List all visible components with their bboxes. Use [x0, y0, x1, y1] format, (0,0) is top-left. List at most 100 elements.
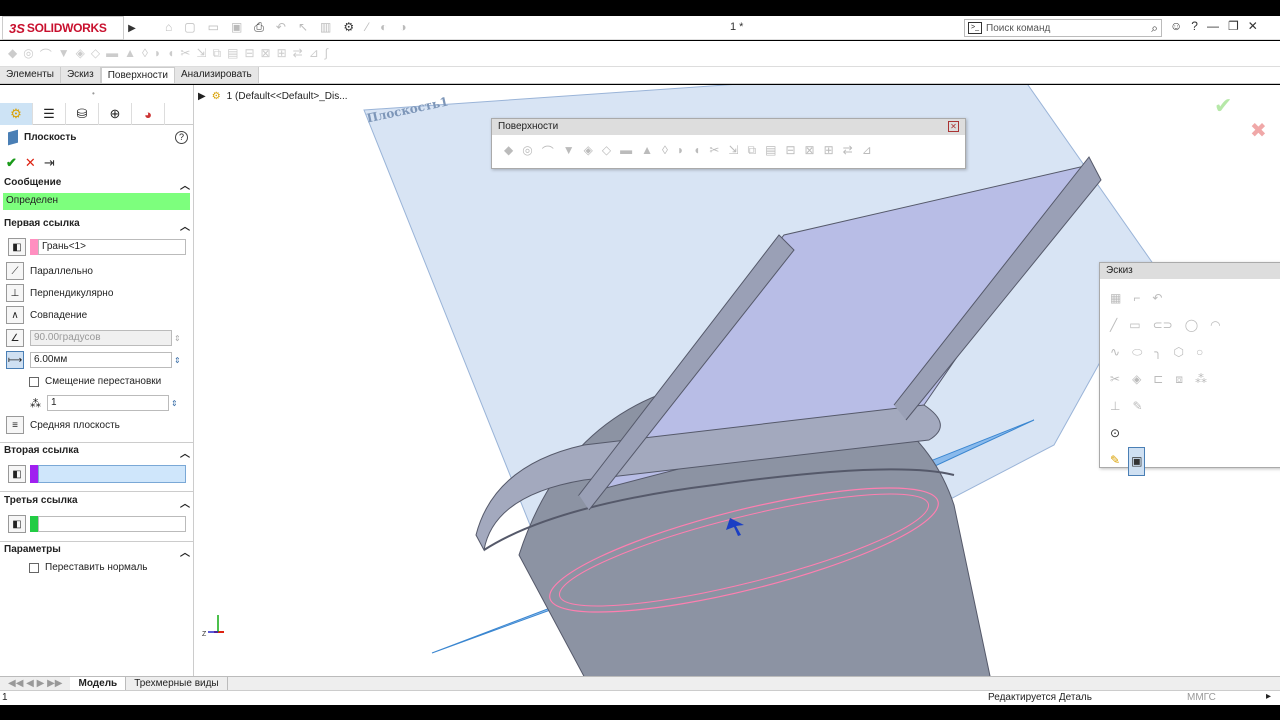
save-icon[interactable]: ▣ [231, 20, 242, 35]
arc-icon[interactable]: ◠ [1210, 312, 1220, 339]
delete-face-icon[interactable]: ⊠ [261, 46, 271, 63]
revolved-surface-icon[interactable]: ◎ [522, 143, 532, 160]
dimxpert-icon[interactable]: ⊕ [99, 103, 132, 125]
lofted-surface-icon[interactable]: ▼ [58, 46, 70, 63]
ruled-surface-icon[interactable]: ◊ [142, 46, 148, 63]
first-ref-header[interactable]: Первая ссылка ︿ [4, 218, 190, 233]
tab-sketch[interactable]: Эскиз [60, 67, 101, 83]
swept-surface-icon[interactable]: ⌒ [40, 46, 52, 63]
filled-surface-icon[interactable]: ◇ [91, 46, 100, 63]
solidworks-logo[interactable]: 3S SOLIDWORKS [2, 16, 124, 40]
expand-arrow-icon[interactable]: ▶ [198, 91, 206, 102]
property-manager-icon[interactable]: ☰ [33, 103, 66, 125]
coincident-option[interactable]: ∧ Совпадение [6, 306, 87, 324]
mirror-icon[interactable]: ⧈ [1175, 366, 1183, 393]
collapse-icon[interactable]: ︿ [180, 177, 190, 192]
flip-normal-checkbox[interactable] [29, 562, 39, 573]
minimize-icon[interactable]: — [1207, 19, 1219, 33]
ref-geometry-icon[interactable]: ⊿ [862, 143, 872, 160]
panel-grip-icon[interactable]: • [92, 89, 95, 98]
boundary-surface-icon[interactable]: ◈ [76, 46, 85, 63]
pm-help-icon[interactable]: ? [175, 131, 188, 144]
tab-features[interactable]: Элементы [0, 67, 61, 83]
offset-surface-icon[interactable]: ▲ [641, 143, 653, 160]
filled-surface-icon[interactable]: ◇ [602, 143, 611, 160]
rapid-sketch-icon[interactable]: ⊙ [1110, 420, 1120, 447]
status-options-icon[interactable]: ▸ [1266, 691, 1271, 702]
feature-tree-icon[interactable]: ⚙ [0, 103, 33, 125]
status-units[interactable]: ММГС [1187, 692, 1216, 703]
parallel-option[interactable]: ⟋ Параллельно [6, 262, 93, 280]
knit-surface-icon[interactable]: ⧉ [213, 46, 222, 63]
replace-face-icon[interactable]: ⊞ [277, 46, 287, 63]
rebuild-icon[interactable]: ▥ [320, 20, 331, 35]
perpendicular-option[interactable]: ⊥ Перпендикулярно [6, 284, 113, 302]
fillet-sketch-icon[interactable]: ╮ [1154, 339, 1161, 366]
move-face-icon[interactable]: ⇄ [843, 143, 853, 160]
revolved-surface-icon[interactable]: ◎ [23, 46, 33, 63]
polygon-icon[interactable]: ⬡ [1174, 339, 1184, 366]
collapse-icon[interactable]: ︿ [180, 495, 190, 510]
extruded-surface-icon[interactable]: ◆ [504, 143, 513, 160]
message-section-header[interactable]: Сообщение ︿ [4, 177, 190, 192]
mid-plane-option[interactable]: ≡ Средняя плоскость [6, 416, 120, 434]
ok-check-icon[interactable]: ✔ [6, 155, 17, 171]
options-gear-icon[interactable]: ⚙ [343, 20, 354, 35]
ref-geometry-icon[interactable]: ⊿ [309, 46, 319, 63]
edit-sketch-icon[interactable]: ✎ [1110, 447, 1120, 476]
extend-surface-icon[interactable]: ⇲ [728, 143, 738, 160]
offset-option[interactable]: ⟼ 6.00мм ⇕ [6, 351, 181, 369]
first-ref-field[interactable]: Грань<1> [38, 239, 186, 255]
relations-icon[interactable]: ⊥ [1110, 393, 1120, 420]
count-option[interactable]: ⁂ 1 ⇕ [30, 395, 178, 411]
feature-tree-flyout[interactable]: ▶ ⚙ 1 (Default<<Default>_Dis... [198, 91, 348, 102]
scene-icon[interactable]: ◑ [399, 20, 406, 35]
replace-face-icon[interactable]: ⊞ [824, 143, 834, 160]
cancel-x-icon[interactable]: ✕ [25, 155, 36, 171]
count-spinner-icon[interactable]: ⇕ [171, 399, 178, 408]
offset-icon[interactable]: ⊏ [1153, 366, 1163, 393]
flip-offset-checkbox[interactable] [29, 376, 39, 387]
move-face-icon[interactable]: ⇄ [293, 46, 303, 63]
tab-surfaces[interactable]: Поверхности [100, 67, 175, 83]
flip-normal-option[interactable]: Переставить нормаль [29, 562, 148, 573]
tab-model[interactable]: Модель [70, 677, 126, 690]
boundary-surface-icon[interactable]: ◈ [584, 143, 593, 160]
point-icon[interactable]: ○ [1196, 339, 1203, 366]
ruled-surface-icon[interactable]: ◊ [662, 143, 668, 160]
open-icon[interactable]: ▭ [208, 20, 219, 35]
collapse-icon[interactable]: ︿ [180, 218, 190, 233]
planar-surface-icon[interactable]: ▬ [620, 143, 632, 160]
sketch-icon[interactable]: ▦ [1110, 285, 1121, 312]
pattern-icon[interactable]: ⁂ [1195, 366, 1207, 393]
third-ref-header[interactable]: Третья ссылка ︿ [4, 495, 190, 510]
params-header[interactable]: Параметры ︿ [4, 544, 190, 559]
select-icon[interactable]: ↖ [298, 20, 308, 35]
configuration-manager-icon[interactable]: ⛁ [66, 103, 99, 125]
tab-evaluate[interactable]: Анализировать [174, 67, 259, 83]
undo-icon[interactable]: ↶ [276, 20, 286, 35]
planar-surface-icon[interactable]: ▬ [106, 46, 118, 63]
thicken-icon[interactable]: ▤ [765, 143, 776, 160]
sketch-toolbar-header[interactable]: Эскиз [1100, 263, 1280, 279]
display-manager-icon[interactable]: ◕ [132, 103, 165, 125]
repair-icon[interactable]: ✎ [1132, 393, 1142, 420]
chamfer-icon[interactable]: ◖ [693, 143, 700, 160]
flip-offset-option[interactable]: Смещение перестановки [29, 376, 161, 387]
tab-scroll-icon[interactable]: ◀◀ ◀ ▶ ▶▶ [0, 677, 70, 690]
swept-surface-icon[interactable]: ⌒ [542, 143, 554, 160]
restore-icon[interactable]: ❐ [1228, 19, 1239, 33]
spline-icon[interactable]: ∿ [1110, 339, 1120, 366]
curves-icon[interactable]: ∫ [325, 46, 328, 63]
circle-icon[interactable]: ◯ [1185, 312, 1198, 339]
knit-surface-icon[interactable]: ⧉ [748, 143, 757, 160]
delete-face-icon[interactable]: ⊠ [805, 143, 815, 160]
offset-field[interactable]: 6.00мм [30, 352, 172, 368]
print-icon[interactable]: ⎙ [254, 20, 264, 35]
cut-with-surface-icon[interactable]: ⊟ [244, 46, 254, 63]
file-props-icon[interactable]: ⁄ [366, 20, 368, 35]
help-icon[interactable]: ? [1191, 19, 1198, 33]
fillet-icon[interactable]: ◗ [677, 143, 684, 160]
search-input[interactable]: Поиск команд [986, 23, 1151, 34]
trim-surface-icon[interactable]: ✂ [709, 143, 719, 160]
